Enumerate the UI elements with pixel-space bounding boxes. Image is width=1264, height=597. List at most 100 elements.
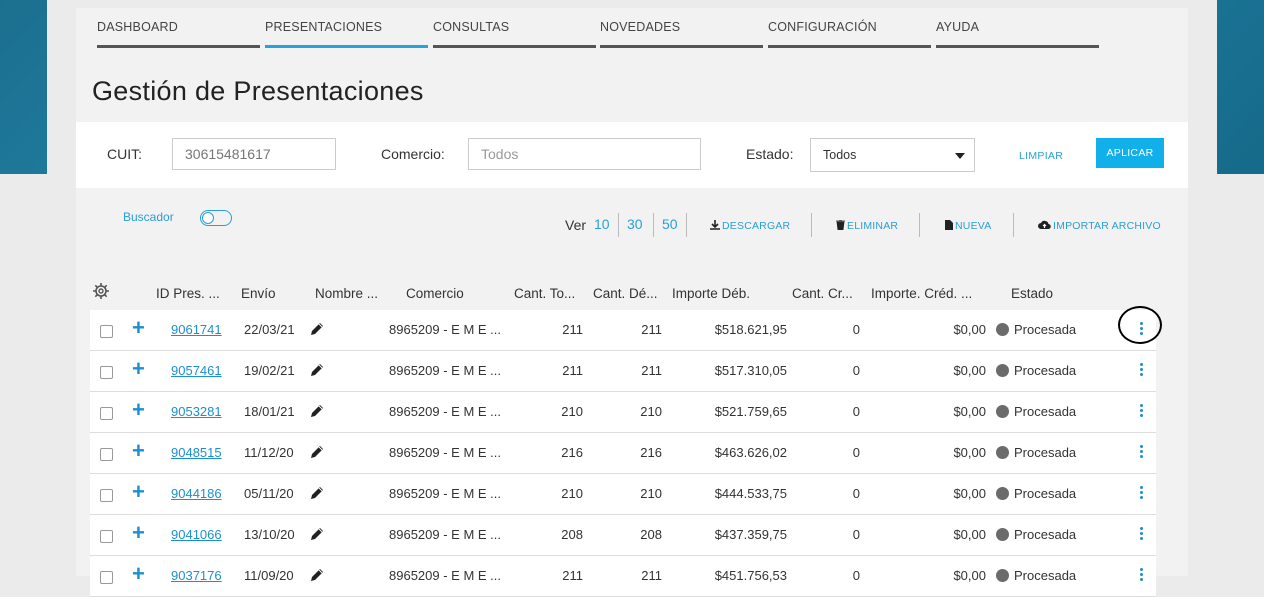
more-actions-icon[interactable] <box>1140 363 1144 378</box>
col-estado[interactable]: Estado <box>1011 286 1053 301</box>
nav-novedades[interactable]: NOVEDADES <box>600 8 763 48</box>
nav-label: AYUDA <box>936 20 980 34</box>
presentation-id-link[interactable]: 9057461 <box>171 363 222 378</box>
nav-dashboard[interactable]: DASHBOARD <box>97 8 260 48</box>
row-checkbox[interactable] <box>100 489 113 502</box>
estado-value: Todos <box>823 148 857 162</box>
expand-plus-icon[interactable]: + <box>132 357 145 381</box>
estado-cell: Procesada <box>996 363 1076 378</box>
expand-plus-icon[interactable]: + <box>132 480 145 504</box>
cant-total-cell: 211 <box>562 363 583 378</box>
cant-deb-cell: 216 <box>640 445 662 460</box>
expand-plus-icon[interactable]: + <box>132 398 145 422</box>
col-cant-deb[interactable]: Cant. Dé... <box>593 286 658 301</box>
comercio-cell: 8965209 - E M E ... <box>389 527 502 542</box>
importe-deb-cell: $437.359,75 <box>714 527 787 542</box>
gear-icon[interactable] <box>93 283 109 299</box>
estado-text: Procesada <box>1014 486 1077 501</box>
row-checkbox[interactable] <box>100 448 113 461</box>
cant-deb-cell: 211 <box>641 363 662 378</box>
row-checkbox[interactable] <box>100 407 113 420</box>
divider <box>919 213 920 237</box>
table-row: + 9041066 13/10/20 8965209 - E M E ... 2… <box>90 515 1156 556</box>
col-importe-cred[interactable]: Importe. Créd. ... <box>871 286 972 301</box>
importar-archivo-button[interactable]: IMPORTAR ARCHIVO <box>1038 220 1161 232</box>
cant-deb-cell: 208 <box>640 527 662 542</box>
cuit-input[interactable]: 30615481617 <box>172 138 336 170</box>
nav-ayuda[interactable]: AYUDA <box>936 8 1099 48</box>
presentation-id-link[interactable]: 9061741 <box>171 322 222 337</box>
cloud-upload-icon <box>1038 220 1051 230</box>
nav-presentaciones[interactable]: PRESENTACIONES <box>265 8 428 48</box>
row-checkbox[interactable] <box>100 366 113 379</box>
cant-deb-cell: 210 <box>640 486 662 501</box>
limpiar-button[interactable]: LIMPIAR <box>1019 150 1063 162</box>
nav-configuracion[interactable]: CONFIGURACIÓN <box>768 8 931 48</box>
row-checkbox[interactable] <box>100 571 113 584</box>
pencil-icon[interactable] <box>310 568 324 582</box>
presentation-id-link[interactable]: 9048515 <box>171 445 222 460</box>
col-nombre[interactable]: Nombre ... <box>315 286 378 301</box>
presentation-id-link[interactable]: 9044186 <box>171 486 222 501</box>
cant-deb-cell: 211 <box>641 322 662 337</box>
page-size-50[interactable]: 50 <box>662 216 678 232</box>
more-actions-icon[interactable] <box>1140 445 1144 460</box>
cuit-label: CUIT: <box>107 146 142 162</box>
estado-label: Estado: <box>746 146 794 162</box>
envio-cell: 19/02/21 <box>244 363 295 378</box>
estado-cell: Procesada <box>996 322 1076 337</box>
expand-plus-icon[interactable]: + <box>132 439 145 463</box>
more-actions-icon[interactable] <box>1140 486 1144 501</box>
col-comercio[interactable]: Comercio <box>406 286 464 301</box>
col-id-pres[interactable]: ID Pres. ... <box>156 286 220 301</box>
estado-text: Procesada <box>1014 322 1077 337</box>
row-checkbox[interactable] <box>100 530 113 543</box>
pencil-icon[interactable] <box>310 527 324 541</box>
pencil-icon[interactable] <box>310 363 324 377</box>
page-size-10[interactable]: 10 <box>594 216 610 232</box>
col-importe-deb[interactable]: Importe Déb. <box>672 286 750 301</box>
status-dot <box>996 405 1009 418</box>
pencil-icon[interactable] <box>310 322 324 336</box>
descargar-button[interactable]: DESCARGAR <box>710 220 790 232</box>
pencil-icon[interactable] <box>310 445 324 459</box>
more-actions-icon[interactable] <box>1140 527 1144 542</box>
cant-total-cell: 210 <box>561 404 583 419</box>
comercio-cell: 8965209 - E M E ... <box>389 363 502 378</box>
page: DASHBOARD PRESENTACIONES CONSULTAS NOVED… <box>47 0 1217 597</box>
expand-plus-icon[interactable]: + <box>132 562 145 586</box>
cant-total-cell: 208 <box>561 527 583 542</box>
col-envio[interactable]: Envío <box>241 286 276 301</box>
nav-consultas[interactable]: CONSULTAS <box>433 8 596 48</box>
col-cant-total[interactable]: Cant. To... <box>514 286 575 301</box>
pencil-icon[interactable] <box>310 404 324 418</box>
main-panel: DASHBOARD PRESENTACIONES CONSULTAS NOVED… <box>76 8 1188 597</box>
table-row: + 9061741 22/03/21 8965209 - E M E ... 2… <box>90 310 1156 351</box>
divider <box>1013 213 1014 237</box>
pencil-icon[interactable] <box>310 486 324 500</box>
cant-total-cell: 216 <box>561 445 583 460</box>
presentation-id-link[interactable]: 9053281 <box>171 404 222 419</box>
expand-plus-icon[interactable]: + <box>132 316 145 340</box>
nueva-button[interactable]: NUEVA <box>945 220 991 232</box>
page-size-30[interactable]: 30 <box>627 216 643 232</box>
estado-text: Procesada <box>1014 527 1077 542</box>
nav-label: CONSULTAS <box>433 20 510 34</box>
comercio-cell: 8965209 - E M E ... <box>389 486 502 501</box>
eliminar-button[interactable]: ELIMINAR <box>836 219 898 232</box>
presentation-id-link[interactable]: 9041066 <box>171 527 222 542</box>
cant-cred-cell: 0 <box>852 445 860 460</box>
comercio-input[interactable]: Todos <box>468 138 701 170</box>
expand-plus-icon[interactable]: + <box>132 521 145 545</box>
aplicar-button[interactable]: APLICAR <box>1096 138 1164 168</box>
estado-select[interactable]: Todos <box>810 138 975 172</box>
envio-cell: 05/11/20 <box>244 486 294 501</box>
importe-cred-cell: $0,00 <box>953 404 986 419</box>
row-checkbox[interactable] <box>100 325 113 338</box>
annotation-circle <box>1118 306 1162 344</box>
estado-text: Procesada <box>1014 404 1077 419</box>
nav-label: DASHBOARD <box>97 20 178 34</box>
col-cant-cred[interactable]: Cant. Cr... <box>792 286 853 301</box>
more-actions-icon[interactable] <box>1140 404 1144 419</box>
buscador-toggle[interactable] <box>200 210 232 226</box>
